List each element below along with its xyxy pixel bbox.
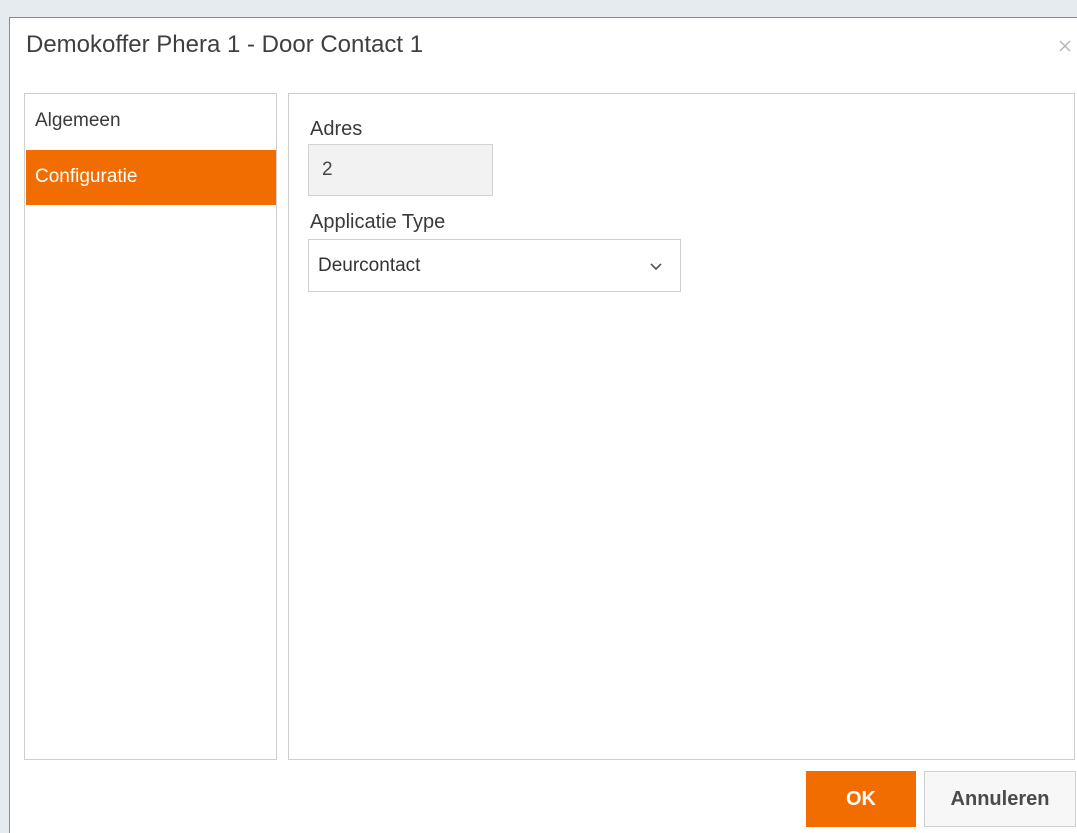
applicatie-type-value: Deurcontact bbox=[318, 255, 421, 276]
sidebar-item-configuratie[interactable]: Configuratie bbox=[26, 150, 276, 205]
adres-field[interactable]: 2 bbox=[308, 144, 493, 196]
content-panel: Adres 2 Applicatie Type Deurcontact bbox=[288, 93, 1075, 760]
sidebar-item-label: Algemeen bbox=[35, 110, 121, 131]
ok-button[interactable]: OK bbox=[806, 771, 916, 827]
close-icon[interactable] bbox=[1055, 36, 1075, 56]
dialog-window: Demokoffer Phera 1 - Door Contact 1 Alge… bbox=[9, 17, 1077, 833]
sidebar-nav: Algemeen Configuratie bbox=[24, 93, 277, 760]
cancel-button[interactable]: Annuleren bbox=[924, 771, 1076, 827]
adres-label: Adres bbox=[310, 118, 363, 140]
sidebar-item-algemeen[interactable]: Algemeen bbox=[26, 95, 276, 150]
chevron-down-icon bbox=[648, 261, 664, 273]
dialog-title: Demokoffer Phera 1 - Door Contact 1 bbox=[26, 31, 424, 58]
applicatie-type-select[interactable]: Deurcontact bbox=[308, 239, 681, 292]
sidebar-item-label: Configuratie bbox=[35, 166, 138, 187]
applicatie-type-label: Applicatie Type bbox=[310, 211, 446, 233]
